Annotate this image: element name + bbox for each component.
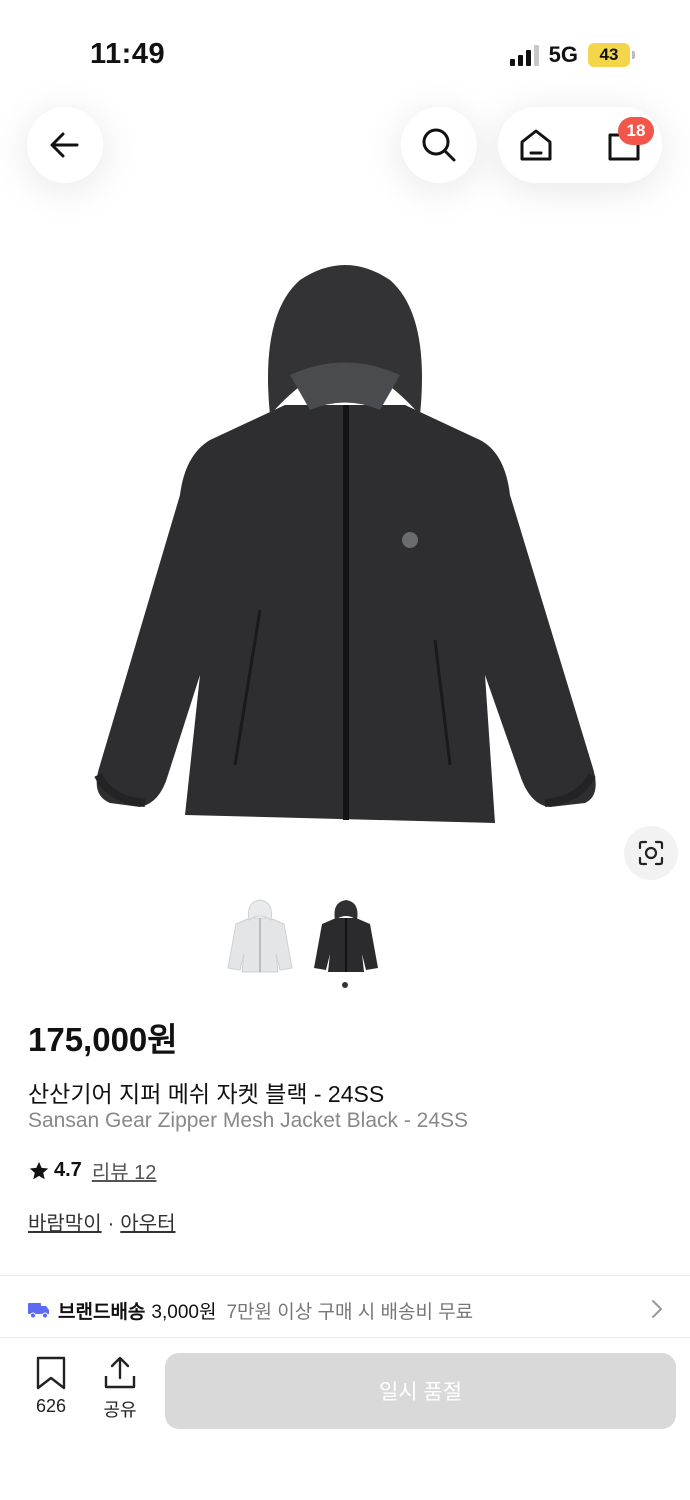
shipping-info-row[interactable]: 브랜드배송 3,000원 7만원 이상 구매 시 배송비 무료 — [28, 1294, 664, 1326]
truck-icon — [28, 1303, 49, 1319]
network-type: 5G — [548, 42, 578, 67]
battery-icon: 43 — [588, 43, 635, 67]
product-title-english: Sansan Gear Zipper Mesh Jacket Black - 2… — [28, 1109, 469, 1132]
hood-lining — [290, 362, 400, 410]
review-link[interactable]: 리뷰 12 — [92, 1156, 157, 1185]
share-icon — [104, 1356, 136, 1389]
bookmark-icon — [36, 1356, 66, 1390]
category-separator: · — [107, 1213, 115, 1235]
search-icon — [422, 128, 456, 162]
search-button[interactable] — [401, 107, 477, 183]
divider — [0, 1275, 690, 1276]
status-bar: 11:49 5G 43 — [0, 0, 690, 100]
light-grey-jacket-thumbnail[interactable] — [224, 898, 296, 976]
bottom-action-bar: 626 공유 일시 품절 — [0, 1337, 690, 1500]
lens-icon — [638, 840, 664, 866]
sold-out-button[interactable]: 일시 품절 — [165, 1353, 676, 1429]
product-image[interactable] — [80, 255, 610, 835]
bookmark-button[interactable]: 626 — [21, 1356, 81, 1417]
status-time: 11:49 — [90, 38, 166, 70]
arrow-left-icon — [50, 132, 79, 158]
category-windbreaker-link[interactable]: 바람막이 — [28, 1213, 102, 1235]
product-title-korean: 산산기어 지퍼 메쉬 자켓 블랙 - 24SS — [28, 1081, 385, 1107]
signal-icon — [509, 44, 539, 66]
thumbnail-indicator — [342, 982, 348, 988]
product-price: 175,000원 — [28, 1021, 178, 1058]
share-button[interactable]: 공유 — [90, 1356, 150, 1422]
image-search-button[interactable] — [624, 826, 678, 880]
bookmark-count: 626 — [35, 1396, 67, 1416]
home-icon — [520, 129, 552, 161]
back-button[interactable] — [27, 107, 103, 183]
star-icon — [29, 1161, 49, 1179]
shipping-fee: 3,000원 — [151, 1301, 217, 1323]
zipper — [343, 405, 349, 820]
status-indicators: 5G 43 — [509, 42, 635, 68]
rating-value: 4.7 — [54, 1159, 82, 1181]
black-jacket-thumbnail[interactable] — [310, 898, 382, 976]
cart-count-badge: 18 — [618, 117, 654, 145]
category-breadcrumb: 바람막이 · 아우터 — [28, 1207, 175, 1236]
chest-logo — [402, 532, 418, 548]
category-outer-link[interactable]: 아우터 — [120, 1213, 175, 1235]
battery-level: 43 — [599, 45, 619, 64]
share-label: 공유 — [103, 1400, 137, 1420]
shipping-label: 브랜드배송 — [58, 1301, 146, 1323]
rating-row: 4.7 리뷰 12 — [28, 1156, 156, 1185]
chevron-right-icon — [652, 1300, 662, 1318]
home-button[interactable] — [498, 107, 574, 183]
shipping-note: 7만원 이상 구매 시 배송비 무료 — [226, 1301, 474, 1323]
